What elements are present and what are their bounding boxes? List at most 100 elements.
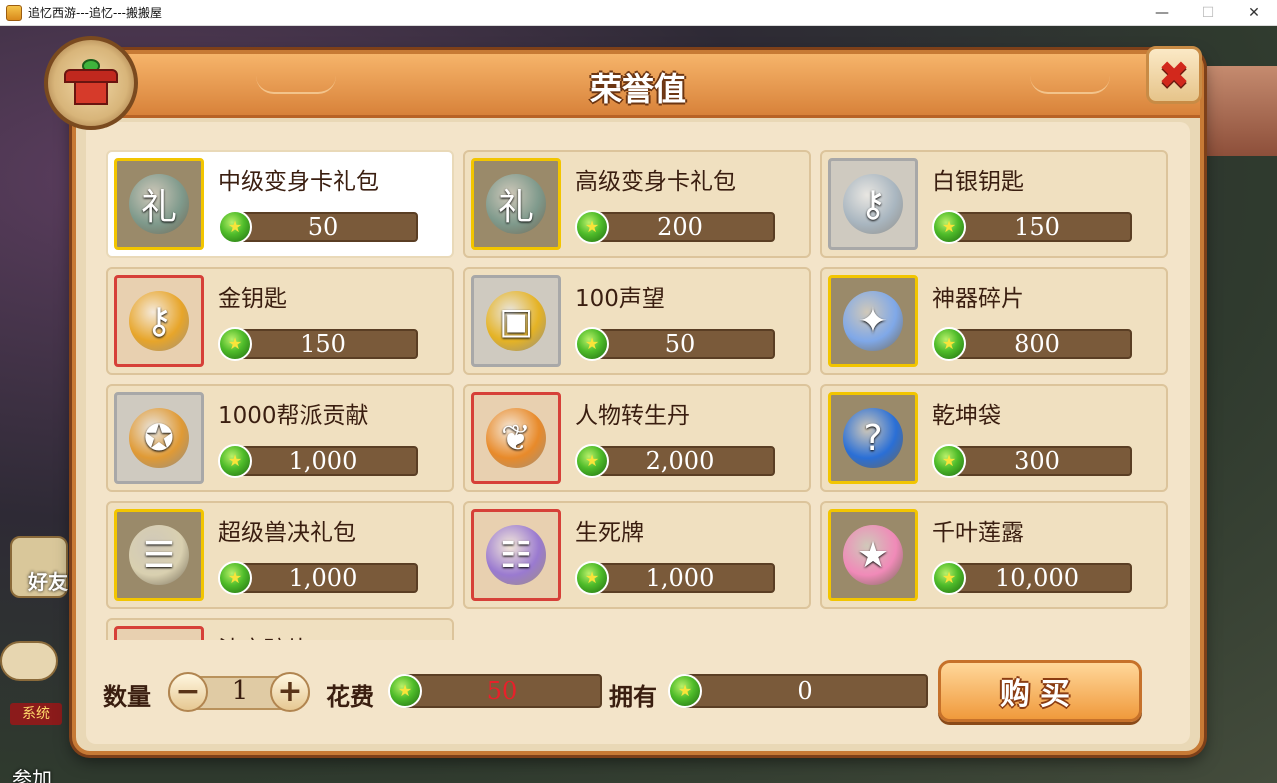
honor-gem-icon: ★: [218, 210, 252, 244]
item-price: 50: [664, 330, 696, 358]
panel-title: 荣誉值: [589, 70, 686, 108]
item-card[interactable]: ⚷ 白银钥匙 150 ★: [820, 150, 1168, 258]
item-name: 千叶莲露: [932, 520, 1024, 546]
item-price: 200: [657, 213, 703, 241]
item-card[interactable]: ☷ 生死牌 1,000 ★: [463, 501, 811, 609]
item-icon-frame: ☷: [471, 509, 561, 601]
item-price-bar: 800: [942, 329, 1132, 359]
item-card[interactable]: ✦ 神器碎片 800 ★: [820, 267, 1168, 375]
item-price-bar: 200: [585, 212, 775, 242]
item-icon-frame: ✪: [114, 392, 204, 484]
honor-gem-icon: ★: [932, 327, 966, 361]
item-price-bar: 150: [228, 329, 418, 359]
item-icon-frame: ★: [828, 509, 918, 601]
panel-header: 荣誉值: [76, 54, 1200, 118]
cost-value: 50: [486, 677, 518, 705]
silver-key-icon: ⚷: [843, 174, 903, 234]
lotus-orb-icon: ★: [843, 525, 903, 585]
item-name: 乾坤袋: [932, 403, 1001, 429]
item-icon-frame: ☰: [114, 509, 204, 601]
cost-label: 花费: [326, 683, 374, 711]
item-icon-frame: ✦: [828, 275, 918, 367]
item-price: 10,000: [995, 564, 1079, 592]
item-icon-frame: 礼: [114, 158, 204, 250]
item-name: 神器碎片: [932, 286, 1024, 312]
item-card[interactable]: ❦ 人物转生丹 2,000 ★: [463, 384, 811, 492]
window-controls: — ☐ ✕: [1139, 0, 1277, 26]
character-portrait[interactable]: [1205, 66, 1277, 156]
gold-key-icon: ⚷: [129, 291, 189, 351]
honor-gem-icon: ★: [932, 561, 966, 595]
honor-gem-icon: ★: [668, 674, 702, 708]
item-card[interactable]: ? 乾坤袋 300 ★: [820, 384, 1168, 492]
item-card[interactable]: ▣ 100声望 50 ★: [463, 267, 811, 375]
gourd-icon: ❦: [486, 408, 546, 468]
honor-gem-icon: ★: [575, 444, 609, 478]
item-price: 1,000: [288, 447, 358, 475]
honor-gem-icon: ★: [932, 444, 966, 478]
close-icon: ✖: [1158, 53, 1190, 97]
item-name: 中级变身卡礼包: [218, 169, 379, 195]
gold-coin-icon: ▣: [486, 291, 546, 351]
honor-gem-icon: ★: [575, 327, 609, 361]
item-card[interactable]: 法宝碎片: [106, 618, 454, 640]
minimize-button[interactable]: —: [1139, 0, 1185, 26]
item-price-bar: 50: [585, 329, 775, 359]
item-icon-frame: 礼: [471, 158, 561, 250]
quantity-increase-button[interactable]: +: [270, 672, 310, 712]
panel-close-button[interactable]: ✖: [1146, 46, 1202, 104]
app-icon: [6, 4, 22, 21]
chat-join-text: 参加: [12, 767, 52, 783]
chat-bubble-icon[interactable]: [0, 641, 58, 681]
item-card[interactable]: ☰ 超级兽决礼包 1,000 ★: [106, 501, 454, 609]
quantity-label: 数量: [103, 683, 151, 711]
scroll-book-icon: ☰: [129, 525, 189, 585]
item-icon-frame: ▣: [471, 275, 561, 367]
item-card[interactable]: 礼 高级变身卡礼包 200 ★: [463, 150, 811, 258]
item-name: 金钥匙: [218, 286, 287, 312]
item-card[interactable]: ★ 千叶莲露 10,000 ★: [820, 501, 1168, 609]
maximize-button[interactable]: ☐: [1185, 0, 1231, 26]
item-price: 50: [307, 213, 339, 241]
item-name: 高级变身卡礼包: [575, 169, 736, 195]
honor-gem-icon: ★: [218, 444, 252, 478]
honor-gem-icon: ★: [218, 327, 252, 361]
item-price: 150: [300, 330, 346, 358]
item-name: 法宝碎片: [218, 630, 310, 640]
item-name: 白银钥匙: [932, 169, 1024, 195]
item-name: 人物转生丹: [575, 403, 690, 429]
item-card[interactable]: 礼 中级变身卡礼包 50 ★: [106, 150, 454, 258]
gift-bag-icon: 礼: [129, 174, 189, 234]
item-card[interactable]: ✪ 1000帮派贡献 1,000 ★: [106, 384, 454, 492]
owned-label: 拥有: [609, 683, 657, 711]
buy-button-label: 购买: [1000, 677, 1080, 712]
item-price-bar: 1,000: [228, 563, 418, 593]
item-icon-frame: ⚷: [114, 275, 204, 367]
item-grid[interactable]: 礼 中级变身卡礼包 50 ★ 礼 高级变身卡礼包 200 ★ ⚷ 白银钥匙 150 ★ ⚷ 金钥匙 150 ★…: [106, 150, 1168, 640]
item-name: 100声望: [575, 286, 665, 312]
header-swirl-right: [1030, 76, 1110, 94]
mystery-orb-icon: ?: [843, 408, 903, 468]
item-icon-frame: ⚷: [828, 158, 918, 250]
quantity-decrease-button[interactable]: −: [168, 672, 208, 712]
quantity-value[interactable]: 1: [210, 676, 270, 706]
honor-gem-icon: ★: [218, 561, 252, 595]
item-price-bar: 2,000: [585, 446, 775, 476]
honor-gem-icon: ★: [388, 674, 422, 708]
item-price: 1,000: [288, 564, 358, 592]
guild-medal-icon: ✪: [129, 408, 189, 468]
buy-button[interactable]: 购买: [938, 660, 1142, 722]
window-titlebar: 追忆西游---追忆---搬搬屋 — ☐ ✕: [0, 0, 1277, 26]
friends-label: 好友: [28, 570, 68, 594]
item-icon-frame: [114, 626, 204, 640]
item-price: 2,000: [645, 447, 715, 475]
window-close-button[interactable]: ✕: [1231, 0, 1277, 26]
item-icon-frame: ?: [828, 392, 918, 484]
item-name: 生死牌: [575, 520, 644, 546]
item-card[interactable]: ⚷ 金钥匙 150 ★: [106, 267, 454, 375]
item-price: 300: [1014, 447, 1060, 475]
item-price-bar: 1,000: [228, 446, 418, 476]
honor-gem-icon: ★: [932, 210, 966, 244]
item-name: 超级兽决礼包: [218, 520, 356, 546]
item-price: 1,000: [645, 564, 715, 592]
